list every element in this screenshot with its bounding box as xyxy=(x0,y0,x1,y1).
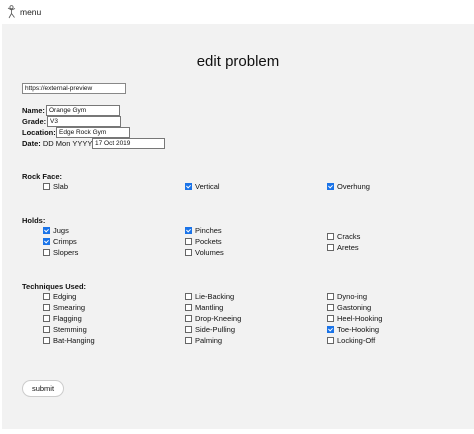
rock-face-heading: Rock Face: xyxy=(22,172,63,181)
grade-field[interactable]: V3 xyxy=(47,116,121,127)
checkbox-pinches[interactable]: Pinches xyxy=(185,226,222,235)
checkbox-gastoning[interactable]: Gastoning xyxy=(327,303,371,312)
checkbox-box[interactable] xyxy=(327,182,334,190)
date-format-hint: DD Mon YYYY xyxy=(42,139,93,148)
checkbox-box[interactable] xyxy=(327,325,334,333)
checkbox-box[interactable] xyxy=(185,292,192,300)
checkbox-box[interactable] xyxy=(327,292,334,300)
holds-heading: Holds: xyxy=(22,216,46,225)
name-label: Name: xyxy=(22,106,45,115)
checkbox-box[interactable] xyxy=(43,314,50,322)
checkbox-edging[interactable]: Edging xyxy=(43,292,76,301)
checkbox-aretes[interactable]: Aretes xyxy=(327,243,359,252)
location-label: Location: xyxy=(22,128,56,137)
checkbox-side-pulling[interactable]: Side-Pulling xyxy=(185,325,235,334)
checkbox-box[interactable] xyxy=(185,226,192,234)
checkbox-lie-backing[interactable]: Lie-Backing xyxy=(185,292,234,301)
checkbox-box[interactable] xyxy=(185,314,192,322)
checkbox-overhung[interactable]: Overhung xyxy=(327,182,370,191)
checkbox-box[interactable] xyxy=(185,248,192,256)
page-title: edit problem xyxy=(196,53,280,70)
menu-link[interactable]: menu xyxy=(20,7,41,17)
checkbox-box[interactable] xyxy=(185,325,192,333)
checkbox-palming[interactable]: Palming xyxy=(185,336,222,345)
checkbox-locking-off[interactable]: Locking-Off xyxy=(327,336,375,345)
checkbox-mantling[interactable]: Mantling xyxy=(185,303,223,312)
techniques-heading: Techniques Used: xyxy=(22,282,87,291)
checkbox-box[interactable] xyxy=(185,182,192,190)
name-field[interactable]: Orange Gym xyxy=(46,105,120,116)
checkbox-box[interactable] xyxy=(185,237,192,245)
checkbox-crimps[interactable]: Crimps xyxy=(43,237,77,246)
checkbox-drop-kneeing[interactable]: Drop-Kneeing xyxy=(185,314,241,323)
checkbox-box[interactable] xyxy=(43,336,50,344)
checkbox-bat-hanging[interactable]: Bat-Hanging xyxy=(43,336,95,345)
checkbox-box[interactable] xyxy=(43,292,50,300)
edit-form-panel: edit problem https://external-preview Na… xyxy=(2,24,474,429)
checkbox-box[interactable] xyxy=(43,248,50,256)
date-field[interactable]: 17 Oct 2019 xyxy=(92,138,165,149)
checkbox-slab[interactable]: Slab xyxy=(43,182,68,191)
checkbox-box[interactable] xyxy=(327,232,334,240)
checkbox-heel-hooking[interactable]: Heel-Hooking xyxy=(327,314,382,323)
checkbox-stemming[interactable]: Stemming xyxy=(43,325,87,334)
checkbox-jugs[interactable]: Jugs xyxy=(43,226,69,235)
checkbox-toe-hooking[interactable]: Toe-Hooking xyxy=(327,325,379,334)
checkbox-box[interactable] xyxy=(43,182,50,190)
checkbox-box[interactable] xyxy=(185,303,192,311)
checkbox-dyno-ing[interactable]: Dyno-ing xyxy=(327,292,367,301)
checkbox-box[interactable] xyxy=(43,325,50,333)
checkbox-box[interactable] xyxy=(327,303,334,311)
page-footer-strip xyxy=(0,429,474,434)
date-label: Date: DD Mon YYYY xyxy=(22,139,93,148)
checkbox-volumes[interactable]: Volumes xyxy=(185,248,224,257)
location-field[interactable]: Edge Rock Gym xyxy=(56,127,130,138)
checkbox-box[interactable] xyxy=(43,237,50,245)
grade-label: Grade: xyxy=(22,117,47,126)
checkbox-slopers[interactable]: Slopers xyxy=(43,248,78,257)
checkbox-smearing[interactable]: Smearing xyxy=(43,303,85,312)
checkbox-flagging[interactable]: Flagging xyxy=(43,314,82,323)
checkbox-pockets[interactable]: Pockets xyxy=(185,237,222,246)
checkbox-box[interactable] xyxy=(185,336,192,344)
checkbox-vertical[interactable]: Vertical xyxy=(185,182,220,191)
top-bar: menu xyxy=(0,0,474,24)
submit-button[interactable]: submit xyxy=(22,380,64,397)
checkbox-box[interactable] xyxy=(327,243,334,251)
checkbox-box[interactable] xyxy=(43,303,50,311)
checkbox-box[interactable] xyxy=(327,336,334,344)
climber-icon[interactable] xyxy=(6,5,17,19)
image-url-field[interactable]: https://external-preview xyxy=(22,83,126,94)
checkbox-box[interactable] xyxy=(43,226,50,234)
checkbox-box[interactable] xyxy=(327,314,334,322)
checkbox-cracks[interactable]: Cracks xyxy=(327,232,360,241)
